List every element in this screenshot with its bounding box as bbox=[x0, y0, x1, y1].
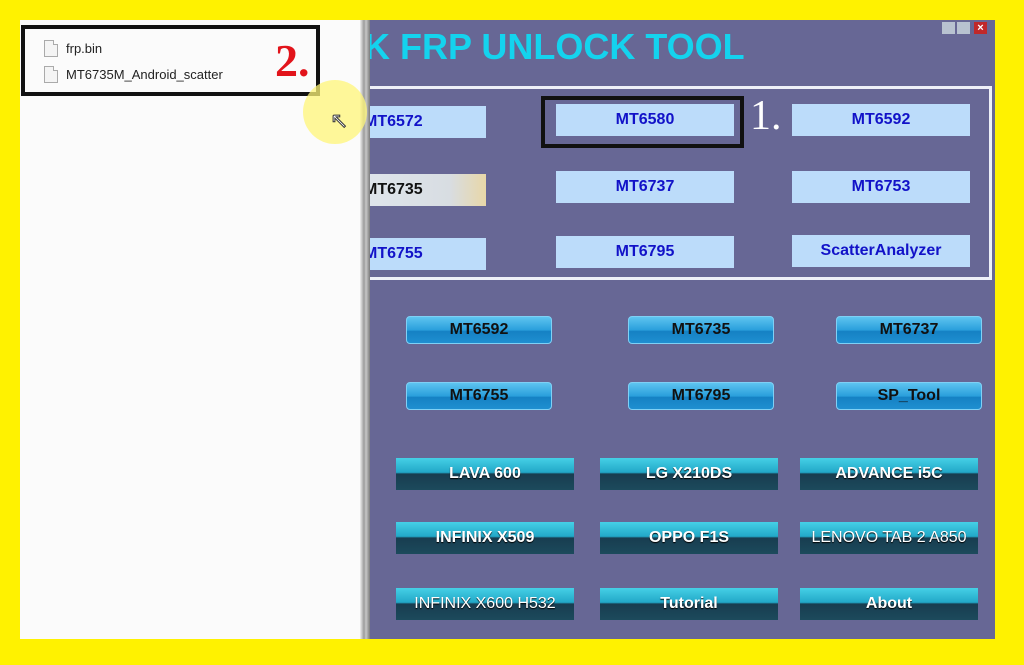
chip-button-mt6755[interactable]: MT6755 bbox=[370, 238, 486, 270]
frp-tool-window: K FRP UNLOCK TOOL × MT6572 MT6580 MT6592… bbox=[370, 20, 995, 639]
oppo-f1s-button[interactable]: OPPO F1S bbox=[600, 522, 778, 554]
chip-button-mt6737[interactable]: MT6737 bbox=[556, 171, 734, 203]
tutorial-button[interactable]: Tutorial bbox=[600, 588, 778, 620]
mt6592-button[interactable]: MT6592 bbox=[406, 316, 552, 344]
annotation-label-1: 1. bbox=[750, 93, 782, 139]
infinix-x600-h532-button[interactable]: INFINIX X600 H532 bbox=[396, 588, 574, 620]
app-title: K FRP UNLOCK TOOL bbox=[370, 26, 745, 67]
mouse-pointer-icon: ↖ bbox=[329, 108, 349, 134]
mt6737-button[interactable]: MT6737 bbox=[836, 316, 982, 344]
scatter-analyzer-button[interactable]: ScatterAnalyzer bbox=[792, 235, 970, 267]
chip-button-mt6753[interactable]: MT6753 bbox=[792, 171, 970, 203]
minimize-icon[interactable] bbox=[942, 22, 955, 34]
infinix-x509-button[interactable]: INFINIX X509 bbox=[396, 522, 574, 554]
sp-tool-button[interactable]: SP_Tool bbox=[836, 382, 982, 410]
advance-i5c-button[interactable]: ADVANCE i5C bbox=[800, 458, 978, 490]
chip-button-mt6735[interactable]: MT6735 bbox=[370, 174, 486, 206]
annotation-box-1 bbox=[541, 96, 744, 148]
annotation-label-2: 2. bbox=[275, 35, 310, 86]
mt6755-button[interactable]: MT6755 bbox=[406, 382, 552, 410]
about-button[interactable]: About bbox=[800, 588, 978, 620]
lg-x210ds-button[interactable]: LG X210DS bbox=[600, 458, 778, 490]
chip-button-mt6795[interactable]: MT6795 bbox=[556, 236, 734, 268]
close-icon[interactable]: × bbox=[974, 22, 987, 34]
lava-600-button[interactable]: LAVA 600 bbox=[396, 458, 574, 490]
chip-button-mt6592[interactable]: MT6592 bbox=[792, 104, 970, 136]
lenovo-tab2-a850-button[interactable]: LENOVO TAB 2 A850 bbox=[800, 522, 978, 554]
restore-icon[interactable] bbox=[957, 22, 970, 34]
chip-button-mt6572[interactable]: MT6572 bbox=[370, 106, 486, 138]
mt6795-button[interactable]: MT6795 bbox=[628, 382, 774, 410]
mt6735-button[interactable]: MT6735 bbox=[628, 316, 774, 344]
